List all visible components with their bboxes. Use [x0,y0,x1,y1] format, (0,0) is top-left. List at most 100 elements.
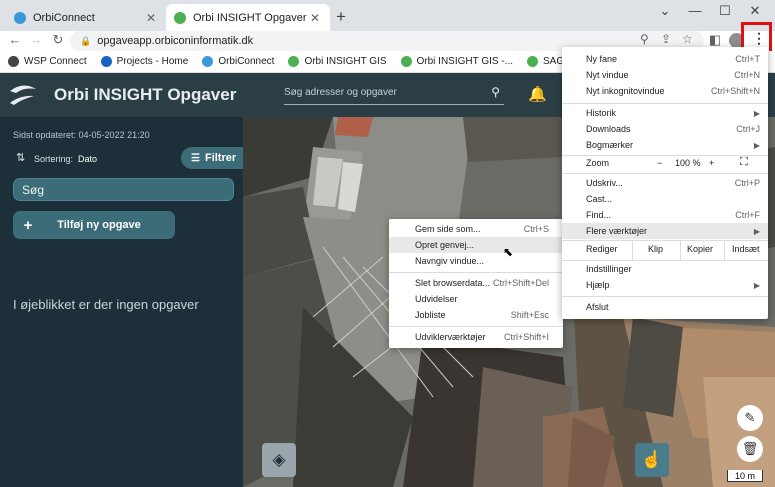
menu-settings[interactable]: Indstillinger [562,261,768,277]
tab-orbi-insight-opgaver[interactable]: Orbi INSIGHT Opgaver ✕ [166,4,330,31]
fullscreen-icon[interactable]: ⛶ [740,156,748,169]
menu-clear-data[interactable]: Slet browserdata... Ctrl+Shift+Del [389,275,563,291]
menu-cast[interactable]: Cast... [562,191,768,207]
menu-print[interactable]: Udskriv... Ctrl+P [562,175,768,191]
paste-button[interactable]: Indsæt [732,244,760,254]
menu-shortcut: Ctrl+P [734,178,760,188]
touch-mode-button[interactable]: ☝ [635,443,669,477]
menu-shortcut: Ctrl+T [735,54,760,64]
address-search-input[interactable]: Søg adresser og opgaver ⚲ [284,85,504,105]
bookmark-label: Orbi INSIGHT GIS -... [416,56,514,67]
bookmark-projects-home[interactable]: Projects - Home [100,56,189,67]
share-icon[interactable]: ⇪ [661,32,671,46]
app-title: Orbi INSIGHT Opgaver [54,85,237,104]
menu-label: Gem side som... [415,224,481,234]
menu-help[interactable]: Hjælp ▶ [562,277,768,293]
menu-exit[interactable]: Afslut [562,299,768,315]
menu-label: Cast... [586,194,613,204]
menu-divider [562,173,768,174]
chevron-down-icon[interactable]: ⌄ [650,0,680,24]
star-icon[interactable]: ☆ [682,32,693,46]
menu-incognito[interactable]: Nyt inkognitovindue Ctrl+Shift+N [562,83,768,99]
menu-new-tab[interactable]: Ny fane Ctrl+T [562,51,768,67]
bookmark-label: Projects - Home [116,56,189,67]
bookmark-icon [100,56,112,67]
bookmark-orbi-insight-gis-2[interactable]: Orbi INSIGHT GIS -... [400,56,514,67]
menu-history[interactable]: Historik ▶ [562,105,768,121]
menu-create-shortcut[interactable]: Opret genvej... [389,237,563,253]
menu-label: Slet browserdata... [415,278,491,288]
menu-label: Find... [586,210,612,220]
sort-control[interactable]: Sortering: Dato [34,154,97,164]
zoom-label: Zoom [586,158,610,168]
bookmark-orbiconnect[interactable]: OrbiConnect [202,56,274,67]
tab-orbiconnect[interactable]: OrbiConnect ✕ [6,4,166,31]
menu-downloads[interactable]: Downloads Ctrl+J [562,121,768,137]
bookmark-label: Orbi INSIGHT GIS [304,56,387,67]
close-tab-icon[interactable]: ✕ [144,11,158,25]
close-window-icon[interactable]: ✕ [740,0,770,24]
bookmark-orbi-insight-gis[interactable]: Orbi INSIGHT GIS [288,56,387,67]
task-search-input[interactable]: Søg [13,178,234,201]
menu-name-window[interactable]: Navngiv vindue... [389,253,563,269]
zoom-out-button[interactable]: − [657,158,662,168]
close-tab-icon[interactable]: ✕ [308,11,322,25]
menu-new-window[interactable]: Nyt vindue Ctrl+N [562,67,768,83]
more-tools-submenu: Gem side som... Ctrl+S Opret genvej... Na… [389,219,563,348]
copy-button[interactable]: Kopier [687,244,713,254]
menu-zoom-row: Zoom − 100 % + ⛶ [562,155,768,172]
menu-extensions[interactable]: Udvidelser [389,291,563,307]
sort-label: Sortering: [34,154,74,164]
chevron-right-icon: ▶ [753,108,760,118]
pointer-hand-icon: ☝ [641,450,663,469]
bell-icon[interactable]: 🔔 [528,85,547,103]
menu-save-page[interactable]: Gem side som... Ctrl+S [389,221,563,237]
menu-label: Downloads [586,124,631,134]
menu-dev-tools[interactable]: Udviklerværktøjer Ctrl+Shift+I [389,329,563,345]
chevron-right-icon: ▶ [753,280,760,290]
bookmark-wsp-connect[interactable]: WSP Connect [8,56,87,67]
menu-label: Bogmærker [586,140,634,150]
mouse-cursor-icon: ⬉ [503,245,514,259]
sort-icon[interactable]: ⇅ [16,151,25,164]
menu-divider [562,103,768,104]
measure-button[interactable]: ✎ [737,405,763,431]
maximize-icon[interactable]: ☐ [710,0,740,24]
side-panel-icon[interactable]: ◧ [706,32,724,48]
filter-button[interactable]: ☰ Filtrer [181,147,243,169]
search-icon[interactable]: ⚲ [491,85,500,99]
lock-icon: 🔒 [80,35,92,46]
reload-icon[interactable]: ↻ [49,32,67,48]
map-scale: 10 m [727,470,763,482]
menu-task-manager[interactable]: Jobliste Shift+Esc [389,307,563,323]
zoom-in-button[interactable]: + [709,158,714,168]
empty-tasks-message: I øjeblikket er der ingen opgaver [13,297,199,312]
menu-label: Flere værktøjer [586,226,648,236]
more-vert-icon[interactable]: ⋮ [752,30,766,47]
minimize-icon[interactable]: — [680,0,710,24]
menu-shortcut: Ctrl+S [523,224,549,234]
delete-button[interactable]: 🗑 [737,436,763,462]
menu-find[interactable]: Find... Ctrl+F [562,207,768,223]
menu-edit-row: Rediger Klip Kopier Indsæt [562,240,768,260]
new-tab-icon[interactable]: + [336,7,346,27]
menu-divider [389,326,563,327]
task-search-text: Søg [22,183,45,197]
bookmark-icon [288,56,300,67]
add-task-button[interactable]: + Tilføj ny opgave [13,211,175,239]
forward-icon[interactable]: → [27,32,45,47]
menu-bookmarks[interactable]: Bogmærker ▶ [562,137,768,153]
menu-more-tools[interactable]: Flere værktøjer ▶ [562,223,768,239]
task-sidebar: Sidst opdateret: 04-05-2022 21:20 ⇅ Sort… [0,117,243,487]
tab-title: OrbiConnect [33,11,95,24]
layers-button[interactable]: ◈ [262,443,296,477]
tab-title: Orbi INSIGHT Opgaver [193,11,307,24]
back-icon[interactable]: ← [6,32,24,47]
menu-shortcut: Ctrl+Shift+N [710,86,760,96]
menu-label: Udskriv... [586,178,623,188]
menu-label: Historik [586,108,617,118]
sort-value: Dato [78,154,98,164]
cut-button[interactable]: Klip [648,244,663,254]
sliders-icon: ☰ [191,152,200,164]
location-icon[interactable]: ⚲ [640,32,649,46]
